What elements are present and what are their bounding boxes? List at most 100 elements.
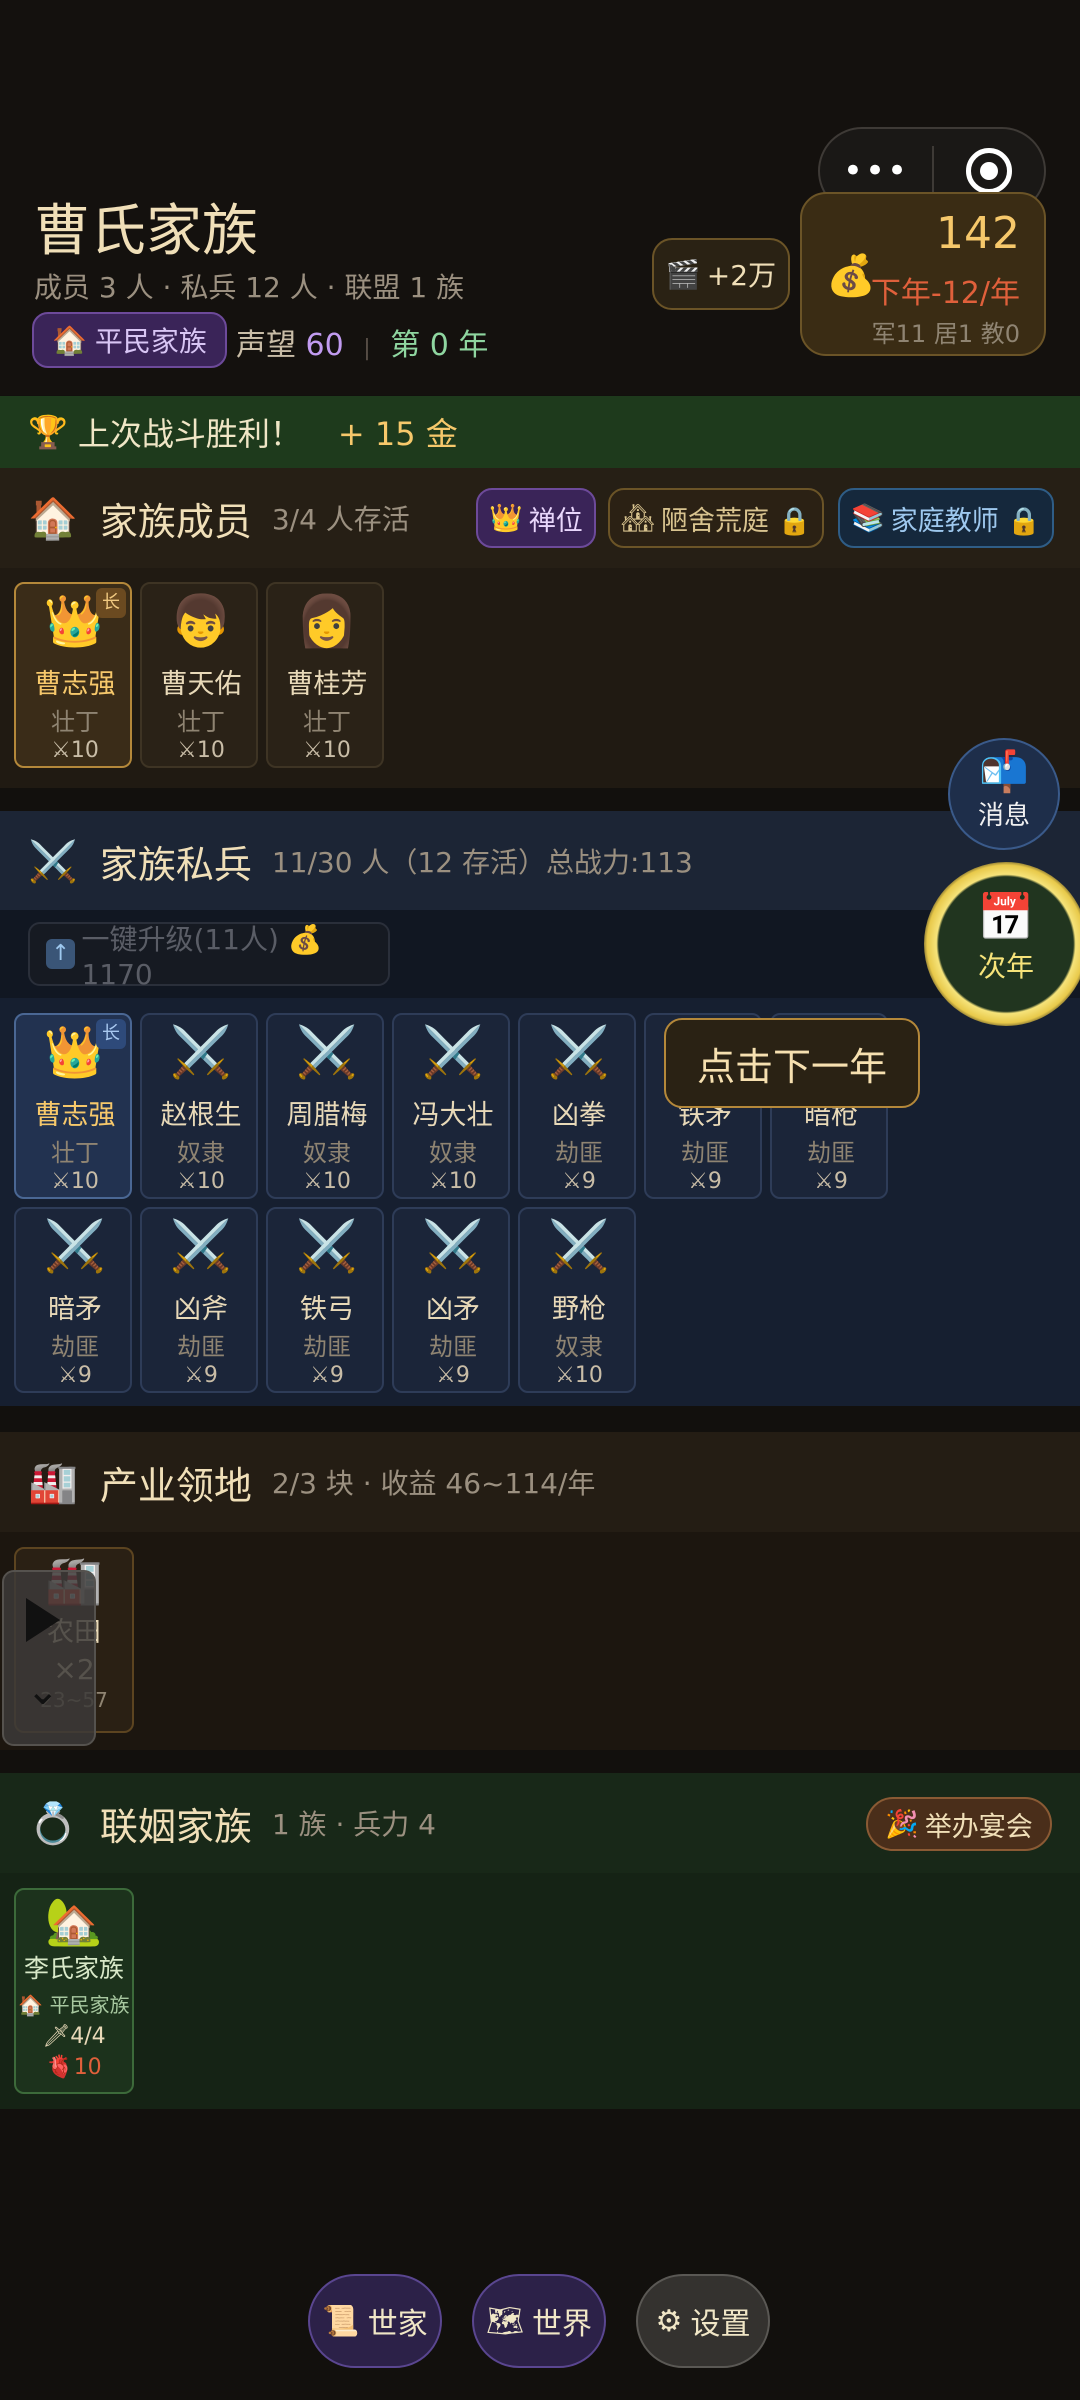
soldier-name: 凶斧 [174,1294,228,1325]
woman-avatar-icon: 👩 [295,592,359,650]
member-name: 曹志强 [34,669,116,700]
alliance-section-meta: 1 族 · 兵力 4 [271,1808,436,1841]
upgrade-all-button[interactable]: ↑ 一键升级(11人) 💰1170 [28,922,390,991]
nav-settings-label: 设置 [690,2307,751,2342]
trophy-icon: 🏆 [28,413,68,451]
member-card[interactable]: 👦 曹天佑 壮丁 ⚔10 [140,582,258,768]
house-upgrade-button[interactable]: 🏘 陋舍荒庭 🔒 [608,488,824,548]
nav-settings-button[interactable]: ⚙ 设置 [636,2274,770,2368]
chevron-down-icon[interactable]: ⌄ [26,1668,60,1714]
crossed-swords-icon: ⚔️ [169,1023,233,1081]
abdicate-button[interactable]: 👑 禅位 [476,488,596,548]
family-title: 曹氏家族 [34,199,258,264]
soldier-card[interactable]: 👑 长曹志强 壮丁 ⚔10 [14,1013,132,1199]
soldier-name: 周腊梅 [286,1100,368,1131]
soldier-name: 铁弓 [300,1294,354,1325]
more-icon[interactable]: ••• [820,151,932,191]
soldier-power: ⚔9 [58,1363,92,1388]
family-section-meta: 3/4 人存活 [271,503,410,536]
soldier-power: ⚔9 [814,1169,848,1194]
abdicate-label: 禅位 [528,505,583,537]
soldier-power: ⚔9 [436,1363,470,1388]
money-rate: 下年-12/年 [870,276,1020,311]
house-icon: 🏡 [45,1894,103,1948]
rank-badge[interactable]: 🏠 平民家族 [32,312,227,368]
hold-feast-button[interactable]: 🎉 举办宴会 [866,1797,1052,1851]
soldier-card[interactable]: ⚔️ 凶矛 劫匪 ⚔9 [392,1207,510,1393]
leader-tag: 长 [96,1019,126,1049]
close-target-icon[interactable] [934,148,1044,194]
victory-text: 上次战斗胜利！ [77,415,302,453]
allied-family-soldiers: 🗡4/4 [42,2024,106,2049]
soldier-role: 奴隶 [429,1139,477,1167]
nav-shijia-button[interactable]: 📜 世家 [308,2274,442,2368]
member-power: ⚔10 [177,738,225,763]
play-icon[interactable] [26,1598,60,1642]
soldier-power: ⚔9 [688,1169,722,1194]
rank-label: 平民家族 [94,325,207,358]
message-button[interactable]: 📬 消息 [948,738,1060,850]
crossed-swords-icon: ⚔️ [28,838,78,885]
soldier-card[interactable]: ⚔️ 凶斧 劫匪 ⚔9 [140,1207,258,1393]
member-power: ⚔10 [51,738,99,763]
allied-family-rank: 🏠 平民家族 [18,1993,130,2017]
soldier-card[interactable]: ⚔️ 赵根生 奴隶 ⚔10 [140,1013,258,1199]
ad-reward-label: +2万 [706,259,777,292]
soldier-role: 劫匪 [303,1333,351,1361]
member-card[interactable]: 👩 曹桂芳 壮丁 ⚔10 [266,582,384,768]
soldier-card[interactable]: ⚔️ 野枪 奴隶 ⚔10 [518,1207,636,1393]
victory-banner: 🏆 上次战斗胜利！ + 15 金 [0,396,1080,468]
soldier-power: ⚔10 [51,1169,99,1194]
crossed-swords-icon: ⚔️ [547,1217,611,1275]
soldier-card[interactable]: ⚔️ 周腊梅 奴隶 ⚔10 [266,1013,384,1199]
money-amount: 142 [936,208,1020,259]
calendar-icon: 📅 [977,890,1035,944]
upgrade-all-label: 一键升级(11人) 💰1170 [81,922,323,991]
leader-tag: 长 [96,588,126,618]
industry-section-title: 产业领地 [99,1463,252,1508]
soldier-name: 冯大壮 [412,1100,494,1131]
family-members-list: 👑 长 曹志强 壮丁 ⚔10 👦 曹天佑 壮丁 ⚔10 👩 曹桂芳 壮丁 ⚔10 [0,568,1080,788]
family-section-title: 家族成员 [99,499,252,544]
hold-feast-label: 举办宴会 [924,1811,1033,1843]
reputation-line: 声望 60 | 第 0 年 [236,320,488,364]
soldier-card[interactable]: ⚔️ 凶拳 劫匪 ⚔9 [518,1013,636,1199]
crossed-swords-icon: ⚔️ [421,1023,485,1081]
soldier-role: 奴隶 [177,1139,225,1167]
ad-reward-button[interactable]: 🎬 +2万 [652,238,790,310]
soldier-name: 凶矛 [426,1294,480,1325]
soldiers-section-meta: 11/30 人（12 存活）总战力:113 [271,846,693,879]
soldier-role: 壮丁 [51,1139,99,1167]
soldier-role: 劫匪 [51,1333,99,1361]
member-card[interactable]: 👑 长 曹志强 壮丁 ⚔10 [14,582,132,768]
family-teacher-button[interactable]: 📚 家庭教师 🔒 [838,488,1054,548]
gear-icon: ⚙ [655,2303,683,2339]
side-media-control[interactable]: ⌄ [2,1570,96,1746]
next-year-label: 次年 [977,950,1034,983]
member-role: 壮丁 [177,708,225,736]
allied-family-hp: 🫀10 [46,2055,102,2080]
crown-icon: 👑 [489,503,523,534]
soldier-card[interactable]: ⚔️ 铁弓劫匪 ⚔9 [266,1207,384,1393]
money-card[interactable]: 142 💰 下年-12/年 军11 居1 教0 [800,192,1046,356]
nav-world-button[interactable]: 🗺 世界 [472,2274,606,2368]
nav-world-label: 世界 [532,2307,593,2342]
soldier-power: ⚔9 [310,1363,344,1388]
soldier-role: 奴隶 [555,1333,603,1361]
member-role: 壮丁 [51,708,99,736]
next-year-button[interactable]: 📅 次年 [924,862,1080,1026]
soldier-name: 野枪 [552,1294,606,1325]
family-subinfo: 成员 3 人 · 私兵 12 人 · 联盟 1 族 [34,271,465,304]
soldier-card[interactable]: ⚔️ 暗矛 劫匪 ⚔9 [14,1207,132,1393]
factory-icon: 🏭 [28,1459,78,1506]
soldier-card[interactable]: ⚔️ 冯大壮 奴隶 ⚔10 [392,1013,510,1199]
arrow-up-icon: ↑ [46,939,76,969]
soldier-role: 劫匪 [177,1333,225,1361]
boy-avatar-icon: 👦 [169,592,233,650]
allied-family-card[interactable]: 🏡 李氏家族 🏠 平民家族 🗡4/4 🫀10 [14,1888,134,2094]
member-role: 壮丁 [303,708,351,736]
crossed-swords-icon: ⚔️ [43,1217,107,1275]
crossed-swords-icon: ⚔️ [295,1217,359,1275]
soldier-role: 劫匪 [555,1139,603,1167]
member-name: 曹桂芳 [286,669,368,700]
